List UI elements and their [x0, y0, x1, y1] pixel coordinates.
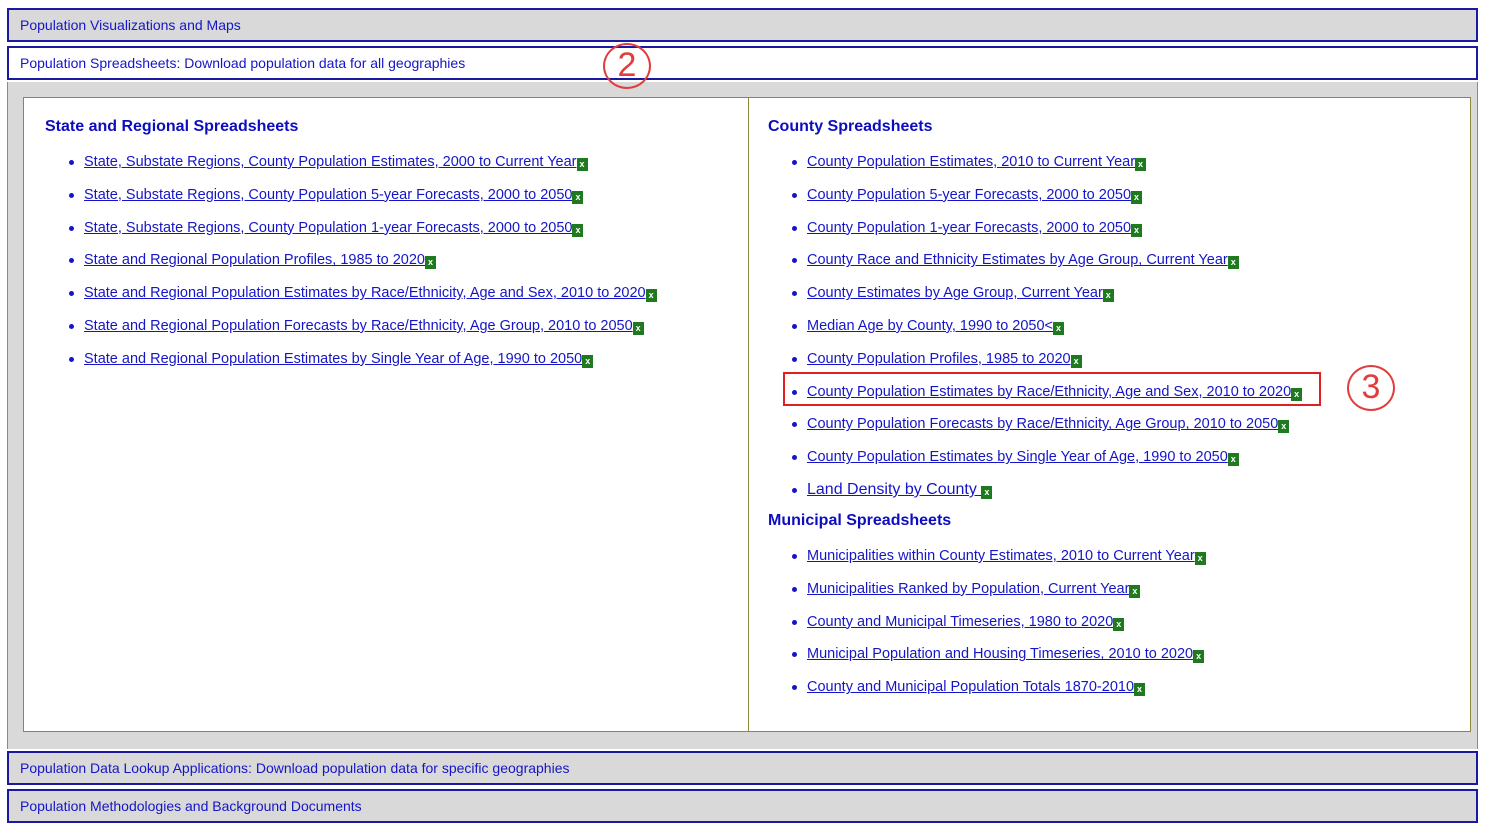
excel-file-icon[interactable]: x [1129, 584, 1141, 598]
county-estimates-link[interactable]: County Population Estimates, 2010 to Cur… [807, 154, 1135, 170]
municipal-heading: Municipal Spreadsheets [768, 512, 952, 529]
municipalities-ranked-link[interactable]: Municipalities Ranked by Population, Cur… [807, 581, 1129, 597]
excel-file-icon[interactable]: x [1193, 650, 1205, 664]
excel-file-icon[interactable]: x [1134, 683, 1146, 697]
list-item: State, Substate Regions, County Populati… [45, 219, 657, 252]
excel-file-icon[interactable]: x [1131, 190, 1143, 204]
county-age-group-link[interactable]: County Estimates by Age Group, Current Y… [807, 285, 1103, 301]
state-race-estimates-link[interactable]: State and Regional Population Estimates … [84, 285, 646, 301]
land-density-link[interactable]: Land Density by County [807, 481, 981, 498]
excel-file-icon[interactable]: x [572, 223, 584, 237]
list-item: County Race and Ethnicity Estimates by A… [768, 251, 1302, 284]
spreadsheets-content: State and Regional Spreadsheets State, S… [23, 97, 1471, 732]
state-estimates-link[interactable]: State, Substate Regions, County Populati… [84, 154, 577, 170]
excel-file-icon[interactable]: x [1227, 453, 1239, 467]
county-single-year-age-link[interactable]: County Population Estimates by Single Ye… [807, 449, 1228, 465]
list-item: County Population 5-year Forecasts, 2000… [768, 186, 1302, 219]
state-regional-heading: State and Regional Spreadsheets [45, 118, 299, 135]
accordion-header-lookup[interactable]: Population Data Lookup Applications: Dow… [7, 751, 1478, 785]
list-item: Land Density by County x [768, 481, 1302, 514]
list-item: State, Substate Regions, County Populati… [45, 186, 657, 219]
excel-file-icon[interactable]: x [981, 485, 993, 499]
list-item: State and Regional Population Estimates … [45, 284, 657, 317]
excel-file-icon[interactable]: x [1053, 321, 1065, 335]
excel-file-icon[interactable]: x [1227, 256, 1239, 270]
county-5yr-forecasts-link[interactable]: County Population 5-year Forecasts, 2000… [807, 187, 1131, 203]
state-race-forecasts-link[interactable]: State and Regional Population Forecasts … [84, 318, 633, 334]
excel-file-icon[interactable]: x [1135, 158, 1147, 171]
list-item: State and Regional Population Estimates … [45, 350, 657, 383]
list-item: County Population Estimates, 2010 to Cur… [768, 153, 1302, 186]
county-race-forecasts-link[interactable]: County Population Forecasts by Race/Ethn… [807, 416, 1278, 432]
list-item: Municipalities Ranked by Population, Cur… [768, 580, 1206, 613]
excel-file-icon[interactable]: x [645, 289, 657, 303]
excel-file-icon[interactable]: x [1113, 617, 1125, 631]
annotation-marker-2: 2 [603, 43, 651, 89]
column-divider [748, 98, 749, 731]
county-list: County Population Estimates, 2010 to Cur… [768, 153, 1303, 514]
median-age-link[interactable]: Median Age by County, 1990 to 2050< [807, 318, 1053, 334]
municipal-list: Municipalities within County Estimates, … [768, 547, 1206, 711]
state-5yr-forecasts-link[interactable]: State, Substate Regions, County Populati… [84, 187, 572, 203]
spreadsheets-panel: State and Regional Spreadsheets State, S… [7, 82, 1478, 749]
list-item: Municipalities within County Estimates, … [768, 547, 1206, 580]
list-item: County Estimates by Age Group, Current Y… [768, 284, 1302, 317]
excel-file-icon[interactable]: x [1278, 420, 1290, 434]
excel-file-icon[interactable]: x [1102, 289, 1114, 303]
list-item: County and Municipal Timeseries, 1980 to… [768, 613, 1206, 646]
list-item: Municipal Population and Housing Timeser… [768, 645, 1206, 678]
excel-file-icon[interactable]: x [572, 190, 584, 204]
excel-file-icon[interactable]: x [1070, 354, 1082, 368]
annotation-marker-3: 3 [1347, 365, 1395, 411]
county-municipal-timeseries-link[interactable]: County and Municipal Timeseries, 1980 to… [807, 614, 1113, 630]
list-item: County Population Forecasts by Race/Ethn… [768, 415, 1302, 448]
list-item: Median Age by County, 1990 to 2050< x [768, 317, 1302, 350]
accordion-header-visualizations[interactable]: Population Visualizations and Maps [7, 8, 1478, 42]
excel-file-icon[interactable]: x [425, 256, 436, 270]
list-item: State and Regional Population Profiles, … [45, 251, 657, 284]
accordion-header-spreadsheets[interactable]: Population Spreadsheets: Download popula… [7, 46, 1478, 80]
state-regional-list: State, Substate Regions, County Populati… [45, 153, 657, 383]
municipal-housing-timeseries-link[interactable]: Municipal Population and Housing Timeser… [807, 646, 1193, 662]
list-item: State, Substate Regions, County Populati… [45, 153, 657, 186]
annotation-highlight-box [783, 372, 1321, 406]
excel-file-icon[interactable]: x [632, 321, 644, 335]
excel-file-icon[interactable]: x [1131, 223, 1143, 237]
state-single-year-age-link[interactable]: State and Regional Population Estimates … [84, 351, 582, 367]
excel-file-icon[interactable]: x [1194, 552, 1206, 565]
list-item: State and Regional Population Forecasts … [45, 317, 657, 350]
county-municipal-totals-link[interactable]: County and Municipal Population Totals 1… [807, 679, 1134, 695]
county-heading: County Spreadsheets [768, 118, 933, 135]
list-item: County Population Estimates by Single Ye… [768, 448, 1302, 481]
county-1yr-forecasts-link[interactable]: County Population 1-year Forecasts, 2000… [807, 220, 1131, 236]
county-profiles-link[interactable]: County Population Profiles, 1985 to 2020 [807, 351, 1071, 367]
list-item: County and Municipal Population Totals 1… [768, 678, 1206, 711]
accordion-header-methodologies[interactable]: Population Methodologies and Background … [7, 789, 1478, 823]
state-1yr-forecasts-link[interactable]: State, Substate Regions, County Populati… [84, 220, 572, 236]
list-item: County Population 1-year Forecasts, 2000… [768, 219, 1302, 252]
state-profiles-link[interactable]: State and Regional Population Profiles, … [84, 252, 425, 268]
excel-file-icon[interactable]: x [582, 354, 594, 368]
municipalities-county-link[interactable]: Municipalities within County Estimates, … [807, 548, 1195, 564]
county-race-ethnicity-age-link[interactable]: County Race and Ethnicity Estimates by A… [807, 252, 1228, 268]
excel-file-icon[interactable]: x [576, 158, 588, 171]
